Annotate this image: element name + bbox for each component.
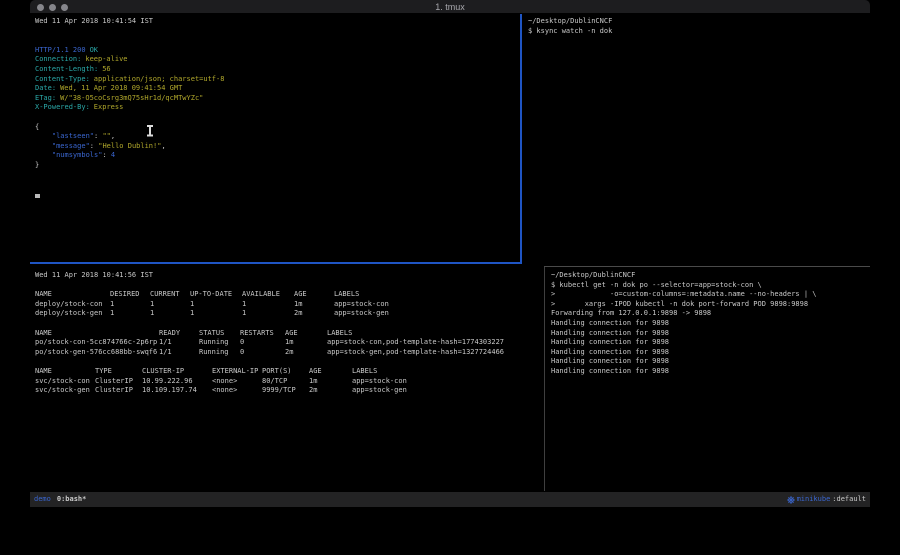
cwd: ~/Desktop/DublinCNCF [528,17,870,27]
connection-log: Handling connection for 9898 [551,329,870,339]
http-header: Content-Type:application/json; charset=u… [35,75,520,85]
kubernetes-helm-icon [787,496,795,504]
service-row: svc/stock-conClusterIP10.99.222.96<none>… [35,377,544,387]
window-title: 1. tmux [30,2,870,12]
http-header: Connection:keep-alive [35,55,520,65]
connection-log: Handling connection for 9898 [551,357,870,367]
pane-border-horizontal[interactable] [544,266,870,267]
terminal-cursor-line [35,190,520,200]
pane-ksync[interactable]: ~/Desktop/DublinCNCF $ ksync watch -n do… [524,14,870,262]
json-entry: "lastseen": "", [35,132,520,142]
pod-row: po/stock-con-5cc874766c-2p6rp1/1Running0… [35,338,544,348]
mouse-ibeam-cursor [146,125,153,136]
http-header: Content-Length:56 [35,65,520,75]
session-name: demo [34,492,51,507]
pane-border-vertical-active[interactable] [520,14,522,264]
timestamp: Wed 11 Apr 2018 10:41:54 IST [35,17,520,27]
command-line: > xargs -IPOD kubectl -n dok port-forwar… [551,300,870,310]
command-line: > -o=custom-columns=:metadata.name --no-… [551,290,870,300]
pane-border-horizontal-active[interactable] [30,262,522,264]
deployments-header-row: NAMEDESIREDCURRENTUP-TO-DATEAVAILABLEAGE… [35,290,544,300]
window-tab-bash[interactable]: 0:bash* [57,492,87,507]
http-status-line: HTTP/1.1 200 OK [35,46,520,56]
status-left: demo 0:bash* [34,492,86,507]
kube-context: minikube [797,492,831,507]
json-open-brace: { [35,123,520,133]
deployment-row: deploy/stock-gen11112mapp=stock-gen [35,309,544,319]
http-header: ETag:W/"38-O5coCsrg3mQ75sHr1d/qcMTwYZc" [35,94,520,104]
http-header: Date:Wed, 11 Apr 2018 09:41:54 GMT [35,84,520,94]
http-version: HTTP/1.1 200 [35,46,86,56]
connection-log: Handling connection for 9898 [551,338,870,348]
json-entry: "numsymbols": 4 [35,151,520,161]
connection-log: Handling connection for 9898 [551,348,870,358]
connection-log: Handling connection for 9898 [551,367,870,377]
status-right: minikube :default [787,492,866,507]
terminal-cursor [35,194,40,198]
forwarding-status: Forwarding from 127.0.0.1:9898 -> 9898 [551,309,870,319]
terminal-window: 1. tmux Wed 11 Apr 2018 10:41:54 IST HTT… [30,0,870,510]
json-close-brace: } [35,161,520,171]
pod-row: po/stock-gen-576cc688bb-swqf61/1Running0… [35,348,544,358]
json-entry: "message": "Hello Dublin!", [35,142,520,152]
tmux-status-bar: demo 0:bash* minikube :default [30,492,870,507]
timestamp: Wed 11 Apr 2018 10:41:56 IST [35,271,544,281]
pane-kubectl-get[interactable]: Wed 11 Apr 2018 10:41:56 IST NAMEDESIRED… [30,268,544,492]
pane-http-watch[interactable]: Wed 11 Apr 2018 10:41:54 IST HTTP/1.1 20… [30,14,520,262]
pane-border-vertical[interactable] [544,267,545,491]
command: $ ksync watch -n dok [528,27,870,37]
cwd: ~/Desktop/DublinCNCF [551,271,870,281]
deployment-row: deploy/stock-con11111mapp=stock-con [35,300,544,310]
services-header-row: NAMETYPECLUSTER-IPEXTERNAL-IPPORT(S)AGEL… [35,367,544,377]
connection-log: Handling connection for 9898 [551,319,870,329]
service-row: svc/stock-genClusterIP10.109.197.74<none… [35,386,544,396]
kube-namespace: :default [832,492,866,507]
command-line: $ kubectl get -n dok po --selector=app=s… [551,281,870,291]
pane-port-forward[interactable]: ~/Desktop/DublinCNCF $ kubectl get -n do… [547,268,870,492]
http-reason: OK [90,46,98,56]
pods-header-row: NAMEREADYSTATUSRESTARTSAGELABELS [35,329,544,339]
title-bar[interactable]: 1. tmux [30,0,870,14]
http-header: X-Powered-By:Express [35,103,520,113]
